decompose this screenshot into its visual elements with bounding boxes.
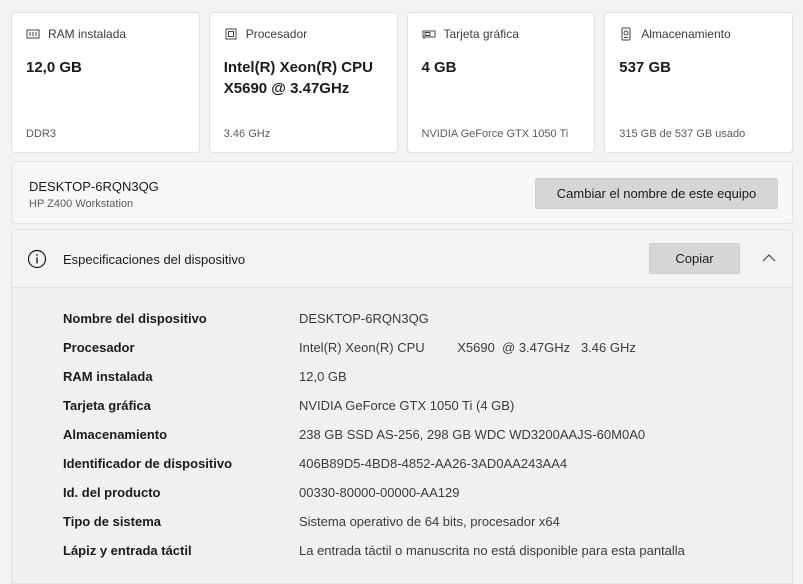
device-name-panel: DESKTOP-6RQN3QG HP Z400 Workstation Camb… bbox=[11, 161, 793, 224]
card-ram-sub: DDR3 bbox=[26, 128, 56, 140]
spec-label: Almacenamiento bbox=[63, 427, 168, 442]
card-storage-sub: 315 GB de 537 GB usado bbox=[619, 128, 746, 140]
spec-value: 406B89D5-4BD8-4852-AA26-3AD0AA243AA4 bbox=[299, 456, 568, 471]
summary-cards: RAM instalada 12,0 GB DDR3 Procesador In… bbox=[11, 12, 793, 153]
spec-value: DESKTOP-6RQN3QG bbox=[299, 311, 429, 326]
spec-label: Id. del producto bbox=[63, 485, 161, 500]
spec-label: Nombre del dispositivo bbox=[63, 311, 207, 326]
card-storage-label: Almacenamiento bbox=[641, 27, 731, 41]
card-ram-header: RAM instalada bbox=[26, 27, 185, 41]
info-icon bbox=[27, 249, 47, 269]
device-name: DESKTOP-6RQN3QG bbox=[29, 179, 159, 194]
spec-row-storage: Almacenamiento 238 GB SSD AS-256, 298 GB… bbox=[63, 427, 792, 456]
spec-row-product-id: Id. del producto 00330-80000-00000-AA129 bbox=[63, 485, 792, 514]
spec-value: Sistema operativo de 64 bits, procesador… bbox=[299, 514, 560, 529]
spec-value: Intel(R) Xeon(R) CPU X5690 @ 3.47GHz 3.4… bbox=[299, 340, 636, 355]
card-graphics-sub: NVIDIA GeForce GTX 1050 Ti bbox=[421, 128, 569, 140]
card-graphics-label: Tarjeta gráfica bbox=[443, 27, 519, 41]
card-storage-header: Almacenamiento bbox=[619, 27, 778, 41]
spec-label: Identificador de dispositivo bbox=[63, 456, 233, 471]
spec-label: Lápiz y entrada táctil bbox=[63, 543, 192, 558]
spec-value: La entrada táctil o manuscrita no está d… bbox=[299, 543, 685, 558]
card-graphics-value: 4 GB bbox=[421, 59, 457, 76]
spec-row-pen-touch: Lápiz y entrada táctil La entrada táctil… bbox=[63, 543, 792, 572]
spec-row-graphics: Tarjeta gráfica NVIDIA GeForce GTX 1050 … bbox=[63, 398, 792, 427]
device-specs-title: Especificaciones del dispositivo bbox=[63, 252, 246, 267]
chevron-up-icon[interactable] bbox=[761, 250, 777, 266]
rename-pc-button[interactable]: Cambiar el nombre de este equipo bbox=[535, 178, 778, 209]
spec-row-device-name: Nombre del dispositivo DESKTOP-6RQN3QG bbox=[63, 311, 792, 340]
storage-icon bbox=[619, 27, 633, 41]
spec-row-device-id: Identificador de dispositivo 406B89D5-4B… bbox=[63, 456, 792, 485]
spec-value: 238 GB SSD AS-256, 298 GB WDC WD3200AAJS… bbox=[299, 427, 646, 442]
graphics-card-icon bbox=[422, 27, 436, 41]
processor-icon bbox=[224, 27, 238, 41]
device-specs-list: Nombre del dispositivo DESKTOP-6RQN3QG P… bbox=[63, 311, 792, 572]
spec-row-ram: RAM instalada 12,0 GB bbox=[63, 369, 792, 398]
spec-row-processor: Procesador Intel(R) Xeon(R) CPU X5690 @ … bbox=[63, 340, 792, 369]
spec-label: Tarjeta gráfica bbox=[63, 398, 151, 413]
card-processor-label: Procesador bbox=[245, 27, 308, 41]
spec-label: RAM instalada bbox=[63, 369, 153, 384]
spec-label: Tipo de sistema bbox=[63, 514, 162, 529]
system-about-page: RAM instalada 12,0 GB DDR3 Procesador In… bbox=[0, 0, 803, 584]
spec-value: NVIDIA GeForce GTX 1050 Ti (4 GB) bbox=[299, 398, 515, 413]
spec-value: 00330-80000-00000-AA129 bbox=[299, 485, 460, 500]
ram-icon bbox=[26, 27, 40, 41]
card-graphics-header: Tarjeta gráfica bbox=[422, 27, 581, 41]
card-ram: RAM instalada 12,0 GB DDR3 bbox=[11, 12, 200, 153]
spec-label: Procesador bbox=[63, 340, 135, 355]
card-ram-value: 12,0 GB bbox=[26, 59, 82, 76]
card-processor: Procesador Intel(R) Xeon(R) CPU X5690 @ … bbox=[208, 12, 398, 153]
device-specs-panel: Especificaciones del dispositivo Copiar … bbox=[11, 229, 793, 584]
spec-value: 12,0 GB bbox=[299, 369, 347, 384]
copy-button[interactable]: Copiar bbox=[649, 243, 740, 274]
card-processor-header: Procesador bbox=[224, 27, 383, 41]
card-graphics: Tarjeta gráfica 4 GB NVIDIA GeForce GTX … bbox=[406, 12, 596, 153]
card-storage-value: 537 GB bbox=[619, 59, 671, 76]
device-specs-header[interactable]: Especificaciones del dispositivo Copiar bbox=[12, 230, 792, 288]
device-model: HP Z400 Workstation bbox=[29, 198, 134, 210]
card-storage: Almacenamiento 537 GB 315 GB de 537 GB u… bbox=[604, 12, 793, 153]
spec-row-system-type: Tipo de sistema Sistema operativo de 64 … bbox=[63, 514, 792, 543]
card-processor-value: Intel(R) Xeon(R) CPU X5690 @ 3.47GHz bbox=[223, 59, 373, 97]
card-ram-label: RAM instalada bbox=[48, 27, 127, 41]
card-processor-sub: 3.46 GHz bbox=[223, 128, 271, 140]
